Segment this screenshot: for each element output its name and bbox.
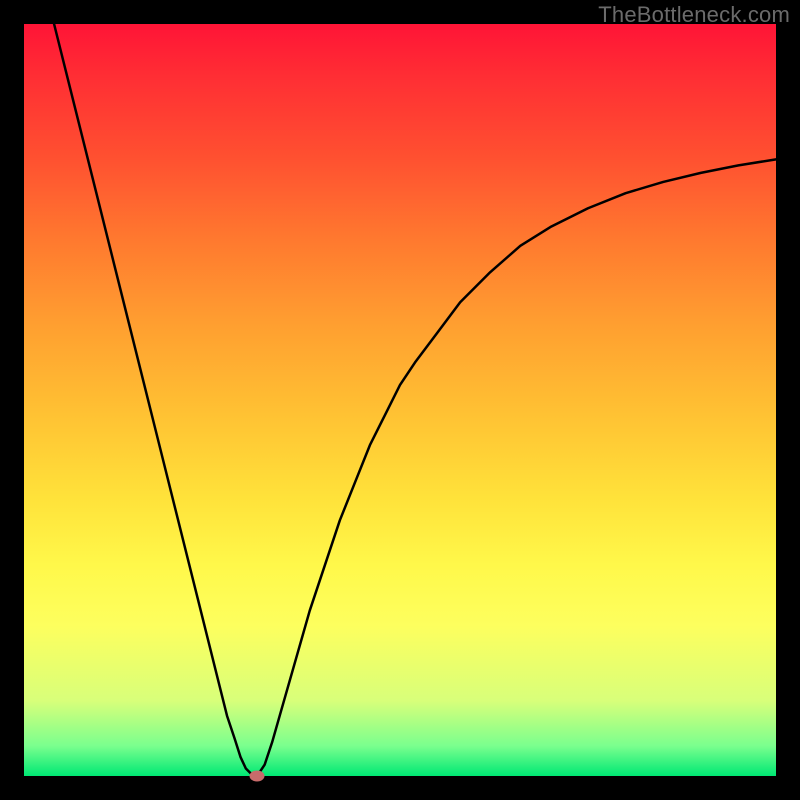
minimum-marker (250, 771, 265, 782)
plot-area (24, 24, 776, 776)
chart-container: TheBottleneck.com (0, 0, 800, 800)
bottleneck-curve (24, 24, 776, 776)
